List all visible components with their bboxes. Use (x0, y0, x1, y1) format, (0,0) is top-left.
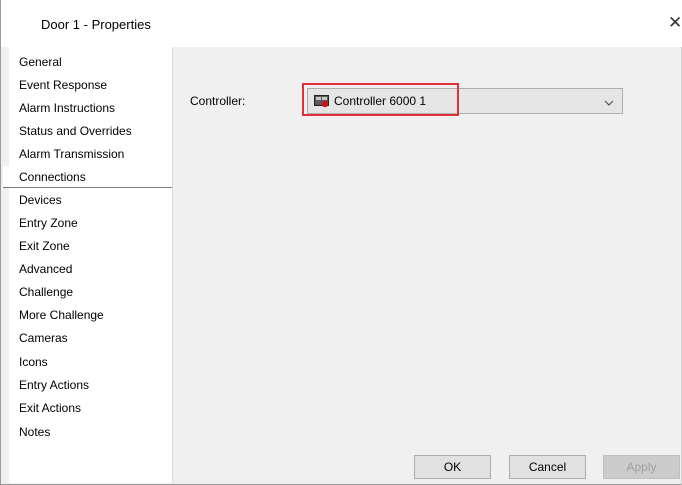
apply-button[interactable]: Apply (603, 455, 680, 479)
sidebar-item-entry-actions[interactable]: Entry Actions (9, 374, 172, 396)
sidebar-item-label: General (19, 55, 62, 69)
sidebar-item-alarm-instructions[interactable]: Alarm Instructions (9, 97, 172, 119)
sidebar-item-label: Exit Actions (19, 401, 82, 415)
sidebar-item-label: Icons (19, 355, 48, 369)
close-icon: ✕ (668, 14, 682, 32)
sidebar-item-cameras[interactable]: Cameras (9, 327, 172, 349)
title-bar: Door 1 - Properties ✕ (1, 0, 682, 47)
controller-highlight-box (302, 83, 459, 116)
sidebar-item-exit-actions[interactable]: Exit Actions (9, 397, 172, 419)
sidebar-item-entry-zone[interactable]: Entry Zone (9, 212, 172, 234)
sidebar-item-notes[interactable]: Notes (9, 421, 172, 443)
sidebar-item-label: Status and Overrides (19, 124, 132, 138)
cancel-button[interactable]: Cancel (509, 455, 586, 479)
sidebar-item-label: Connections (19, 170, 86, 184)
sidebar-item-connections[interactable]: Connections (3, 166, 172, 188)
connections-panel: Controller: Controller 6000 1 (173, 47, 682, 483)
property-page-list: General Event Response Alarm Instruction… (3, 47, 173, 483)
sidebar-item-label: Alarm Instructions (19, 101, 116, 115)
sidebar-item-label: Exit Zone (19, 239, 70, 253)
sidebar-item-event-response[interactable]: Event Response (9, 74, 172, 96)
sidebar-item-devices[interactable]: Devices (9, 189, 172, 211)
controller-label: Controller: (190, 94, 246, 108)
sidebar-item-advanced[interactable]: Advanced (9, 258, 172, 280)
sidebar-item-label: Cameras (19, 331, 68, 345)
sidebar-item-exit-zone[interactable]: Exit Zone (9, 235, 172, 257)
chevron-down-icon (604, 96, 614, 106)
sidebar-item-label: Event Response (19, 78, 108, 92)
sidebar-item-more-challenge[interactable]: More Challenge (9, 304, 172, 326)
close-button[interactable]: ✕ (668, 14, 682, 32)
sidebar-item-label: Notes (19, 425, 51, 439)
sidebar-item-alarm-transmission[interactable]: Alarm Transmission (9, 143, 172, 165)
window-title: Door 1 - Properties (41, 17, 151, 32)
properties-dialog: Door 1 - Properties ✕ General Event Resp… (0, 0, 682, 485)
sidebar-item-label: Alarm Transmission (19, 147, 125, 161)
sidebar-item-general[interactable]: General (9, 51, 172, 73)
sidebar-item-label: Entry Actions (19, 378, 90, 392)
sidebar-item-status-and-overrides[interactable]: Status and Overrides (9, 120, 172, 142)
sidebar-item-label: Advanced (19, 262, 73, 276)
sidebar-item-label: More Challenge (19, 308, 104, 322)
sidebar-item-label: Entry Zone (19, 216, 78, 230)
sidebar-item-label: Challenge (19, 285, 74, 299)
sidebar-item-label: Devices (19, 193, 62, 207)
sidebar-item-icons[interactable]: Icons (9, 351, 172, 373)
ok-button[interactable]: OK (414, 455, 491, 479)
sidebar-item-challenge[interactable]: Challenge (9, 281, 172, 303)
